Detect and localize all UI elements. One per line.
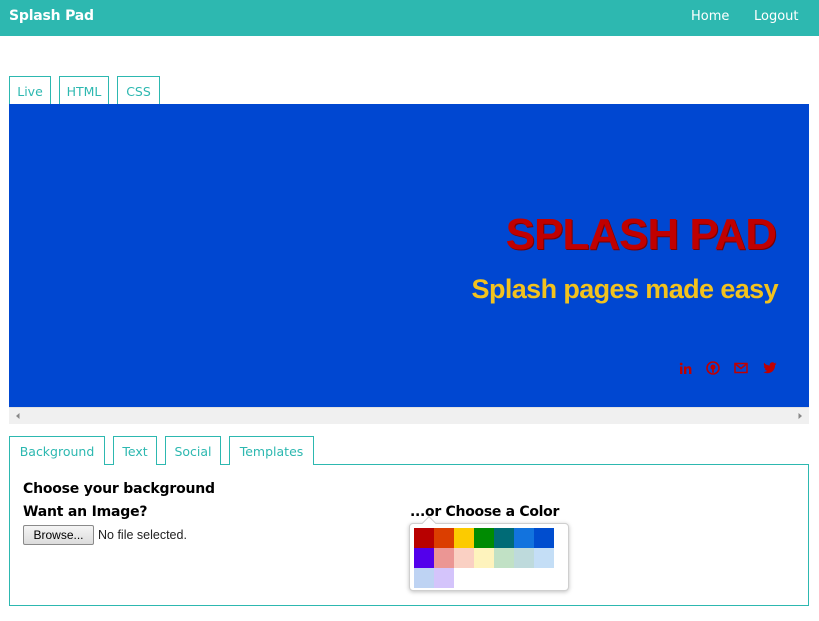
preview-scrollbar[interactable] xyxy=(9,407,809,424)
color-swatch[interactable] xyxy=(514,548,534,568)
background-heading: Choose your background xyxy=(23,481,215,497)
splash-subtitle: Splash pages made easy xyxy=(471,274,779,304)
mail-icon[interactable] xyxy=(733,360,749,376)
tab-html[interactable]: HTML xyxy=(59,76,109,105)
color-heading: ...or Choose a Color xyxy=(410,504,560,520)
tab-templates[interactable]: Templates xyxy=(229,436,314,465)
color-swatch[interactable] xyxy=(534,548,554,568)
top-navbar: Splash Pad Home Logout xyxy=(0,0,819,36)
twitter-icon[interactable] xyxy=(762,360,778,376)
tab-css[interactable]: CSS xyxy=(117,76,160,105)
color-swatch[interactable] xyxy=(414,568,434,588)
live-preview: SPLASH PAD Splash pages made easy xyxy=(9,104,809,407)
color-swatch[interactable] xyxy=(434,548,454,568)
color-swatch[interactable] xyxy=(434,568,454,588)
browse-button[interactable]: Browse... xyxy=(23,525,94,545)
color-swatch[interactable] xyxy=(434,528,454,548)
color-swatch[interactable] xyxy=(494,528,514,548)
scroll-left-arrow-icon[interactable] xyxy=(13,411,23,421)
brand-logo[interactable]: Splash Pad xyxy=(9,8,94,24)
color-swatch[interactable] xyxy=(414,528,434,548)
color-swatch[interactable] xyxy=(414,548,434,568)
linkedin-icon[interactable] xyxy=(677,360,693,376)
color-swatch[interactable] xyxy=(494,548,514,568)
image-heading: Want an Image? xyxy=(23,504,148,520)
color-swatch[interactable] xyxy=(454,528,474,548)
color-swatch[interactable] xyxy=(514,528,534,548)
color-picker xyxy=(409,515,569,591)
nav-home-link[interactable]: Home xyxy=(691,9,729,24)
color-swatch[interactable] xyxy=(474,548,494,568)
github-icon[interactable] xyxy=(705,360,721,376)
tab-live[interactable]: Live xyxy=(9,76,51,105)
swatch-grid xyxy=(414,528,554,588)
file-status: No file selected. xyxy=(98,528,187,542)
nav-logout-link[interactable]: Logout xyxy=(754,9,799,24)
tab-social[interactable]: Social xyxy=(165,436,221,465)
scroll-right-arrow-icon[interactable] xyxy=(795,411,805,421)
splash-title: SPLASH PAD xyxy=(505,210,777,259)
color-swatch[interactable] xyxy=(534,528,554,548)
color-swatch[interactable] xyxy=(454,548,474,568)
tab-background[interactable]: Background xyxy=(9,436,105,465)
tab-text[interactable]: Text xyxy=(113,436,157,465)
color-swatch[interactable] xyxy=(474,528,494,548)
